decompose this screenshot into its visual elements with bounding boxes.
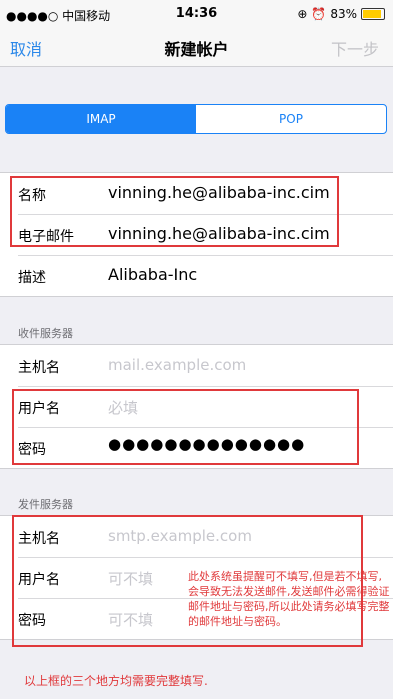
status-bar: ●●●●○ 中国移动 14:36 ⊕ ⏰ 83% (0, 0, 393, 28)
incoming-host-row[interactable]: 主机名 mail.example.com (0, 345, 393, 386)
status-right: ⊕ ⏰ 83% (297, 7, 385, 21)
description-label: 描述 (18, 270, 46, 286)
annotation-side-note: 此处系统虽提醒可不填写,但是若不填写,会导致无法发送邮件,发送邮件必需得验证邮件… (188, 570, 390, 628)
battery-fill (363, 10, 382, 18)
lock-rotation-icon: ⊕ (297, 7, 308, 21)
description-row[interactable]: 描述 Alibaba-Inc (0, 255, 393, 296)
annotation-box-incoming (12, 389, 359, 465)
incoming-server-header: 收件服务器 (18, 327, 73, 340)
battery-icon (361, 8, 385, 20)
navigation-bar: 取消 新建帐户 下一步 (0, 28, 393, 67)
segment-imap[interactable]: IMAP (6, 105, 196, 133)
annotation-box-account (10, 176, 339, 247)
alarm-icon: ⏰ (311, 7, 327, 21)
description-field[interactable]: Alibaba-Inc (108, 265, 197, 284)
outgoing-server-header: 发件服务器 (18, 498, 73, 511)
incoming-host-field[interactable]: mail.example.com (108, 356, 246, 374)
segment-pop[interactable]: POP (196, 105, 386, 133)
next-button[interactable]: 下一步 (331, 36, 379, 60)
annotation-bottom-note: 以上框的三个地方均需要完整填写. (24, 674, 208, 688)
protocol-segmented-control: IMAP POP (5, 104, 387, 134)
battery-percent: 83% (330, 7, 357, 21)
incoming-host-label: 主机名 (18, 360, 60, 376)
